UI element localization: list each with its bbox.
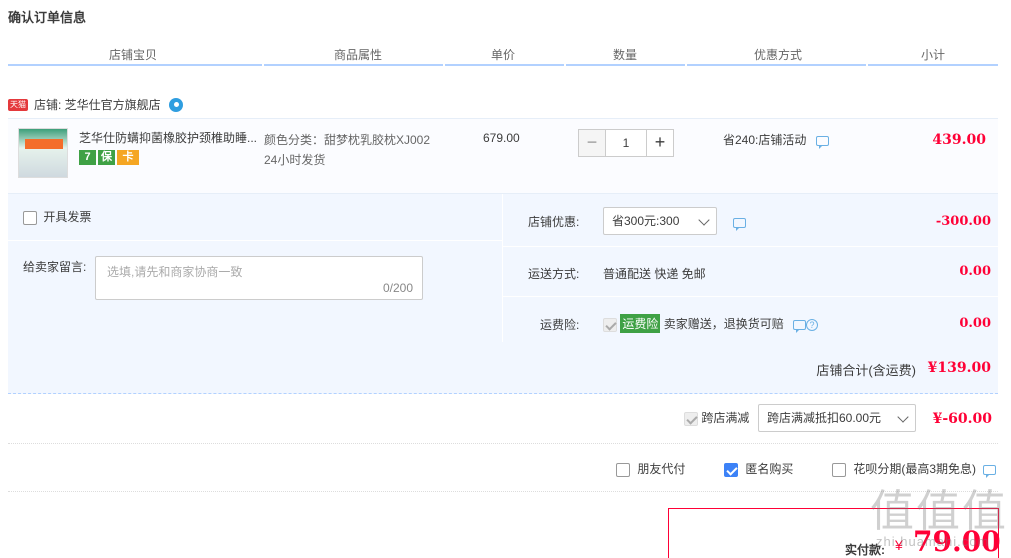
cross-shop-checkbox (684, 411, 698, 426)
huabei-comment-icon[interactable] (983, 464, 997, 478)
column-header: 店铺宝贝 商品属性 单价 数量 优惠方式 小计 (8, 44, 998, 66)
credit-card-icon[interactable]: 卡 (117, 150, 139, 165)
qty-input[interactable]: 1 (606, 129, 646, 157)
help-icon[interactable]: ? (806, 318, 819, 331)
tmall-badge: 天猫 (8, 98, 28, 111)
order-options-right: 店铺优惠: 省300元:300 -300.00 运送方式: 普通配送 快递 免邮… (503, 194, 998, 342)
shop-discount-value: 省300元:300 (612, 214, 680, 228)
anonymous-option[interactable]: 匿名购买 (724, 460, 793, 477)
huabei-checkbox[interactable] (832, 462, 846, 477)
service-badges: 7 保 卡 (79, 150, 141, 165)
unit-price: 679.00 (483, 131, 520, 145)
col-shop-item: 店铺宝贝 (108, 48, 157, 62)
quantity-stepper: − 1 + (578, 129, 674, 157)
cross-shop-select[interactable]: 跨店满减抵扣60.00元 (758, 404, 916, 432)
chevron-down-icon (698, 214, 710, 226)
cross-shop-row: 跨店满减 跨店满减抵扣60.00元 ¥-60.00 (8, 394, 998, 444)
anonymous-checkbox[interactable] (724, 462, 738, 477)
seller-message-input[interactable]: 选填,请先和商家协商一致 0/200 (95, 256, 423, 300)
shop-discount-label: 店铺优惠: (528, 215, 580, 229)
anonymous-label: 匿名购买 (745, 462, 794, 476)
qty-plus-button[interactable]: + (646, 129, 674, 157)
friend-pay-label: 朋友代付 (637, 462, 686, 476)
site-watermark: 值值值 (870, 486, 1008, 537)
message-placeholder: 选填,请先和商家协商一致 (107, 265, 243, 279)
cross-shop-option: 跨店满减 (684, 409, 749, 426)
discount-comment-icon[interactable] (733, 217, 746, 231)
shop-info: 天猫 店铺: 芝华仕官方旗舰店 (8, 96, 183, 113)
shipping-value: 普通配送 快递 免邮 (603, 267, 706, 281)
insurance-checkbox (603, 317, 617, 332)
shop-discount-select[interactable]: 省300元:300 (603, 207, 717, 235)
col-quantity: 数量 (612, 48, 637, 62)
product-thumbnail[interactable] (18, 128, 68, 178)
item-promo-text: 省240:店铺活动 (723, 133, 807, 147)
insurance-option: 运费险 卖家赠送，退换货可赔 ? (603, 314, 819, 333)
shipping-label: 运送方式: (528, 267, 580, 281)
payment-options-row: 朋友代付 匿名购买 花呗分期(最高3期免息) (8, 444, 998, 492)
shop-discount-amount: -300.00 (935, 214, 991, 229)
site-watermark-url: zhi.huamahi.com (876, 534, 990, 549)
col-discount: 优惠方式 (753, 48, 802, 62)
invoice-option[interactable]: 开具发票 (23, 208, 91, 225)
page-title: 确认订单信息 (8, 10, 87, 25)
col-attributes: 商品属性 (333, 48, 382, 62)
invoice-label: 开具发票 (43, 210, 92, 224)
chevron-down-icon (897, 411, 909, 423)
shop-name[interactable]: 店铺: 芝华仕官方旗舰店 (34, 96, 161, 113)
qty-minus-button[interactable]: − (578, 129, 606, 157)
product-color-attr: 颜色分类：甜梦枕乳胶枕XJ002 (264, 133, 431, 147)
item-promo: 省240:店铺活动 (723, 131, 829, 149)
insurance-label: 运费险: (540, 318, 580, 332)
cross-shop-label: 跨店满减 (701, 411, 750, 425)
shop-total-row: 店铺合计(含运费) ¥139.00 (8, 342, 998, 394)
product-name[interactable]: 芝华仕防螨抑菌橡胶护颈椎助睡... (79, 129, 259, 146)
shop-total-amount: ¥139.00 (927, 360, 991, 376)
shipping-amount: 0.00 (959, 264, 991, 279)
guarantee-icon[interactable]: 保 (98, 150, 115, 165)
message-char-count: 0/200 (382, 281, 413, 295)
product-ship-attr: 24小时发货 (264, 153, 326, 167)
cross-shop-amount: ¥-60.00 (932, 411, 992, 427)
invoice-checkbox[interactable] (23, 210, 37, 225)
message-label: 给卖家留言: (23, 260, 87, 274)
insurance-amount: 0.00 (959, 316, 991, 331)
insurance-tag: 运费险 (620, 314, 661, 333)
col-subtotal: 小计 (920, 48, 945, 62)
insurance-text: 卖家赠送，退换货可赔 (663, 317, 784, 331)
wangwang-chat-icon[interactable] (168, 97, 183, 112)
friend-pay-option[interactable]: 朋友代付 (616, 460, 685, 477)
insurance-comment-icon[interactable] (793, 319, 807, 333)
seven-day-return-icon[interactable]: 7 (79, 150, 96, 165)
promo-comment-icon[interactable] (815, 135, 829, 149)
col-unit-price: 单价 (490, 48, 515, 62)
item-subtotal: 439.00 (932, 132, 986, 148)
friend-pay-checkbox[interactable] (616, 462, 630, 477)
cross-shop-value: 跨店满减抵扣60.00元 (767, 411, 882, 425)
order-item-row: 芝华仕防螨抑菌橡胶护颈椎助睡... 7 保 卡 颜色分类：甜梦枕乳胶枕XJ002… (8, 118, 998, 194)
huabei-label: 花呗分期(最高3期免息) (853, 462, 977, 476)
shop-total-label: 店铺合计(含运费) (816, 363, 916, 378)
